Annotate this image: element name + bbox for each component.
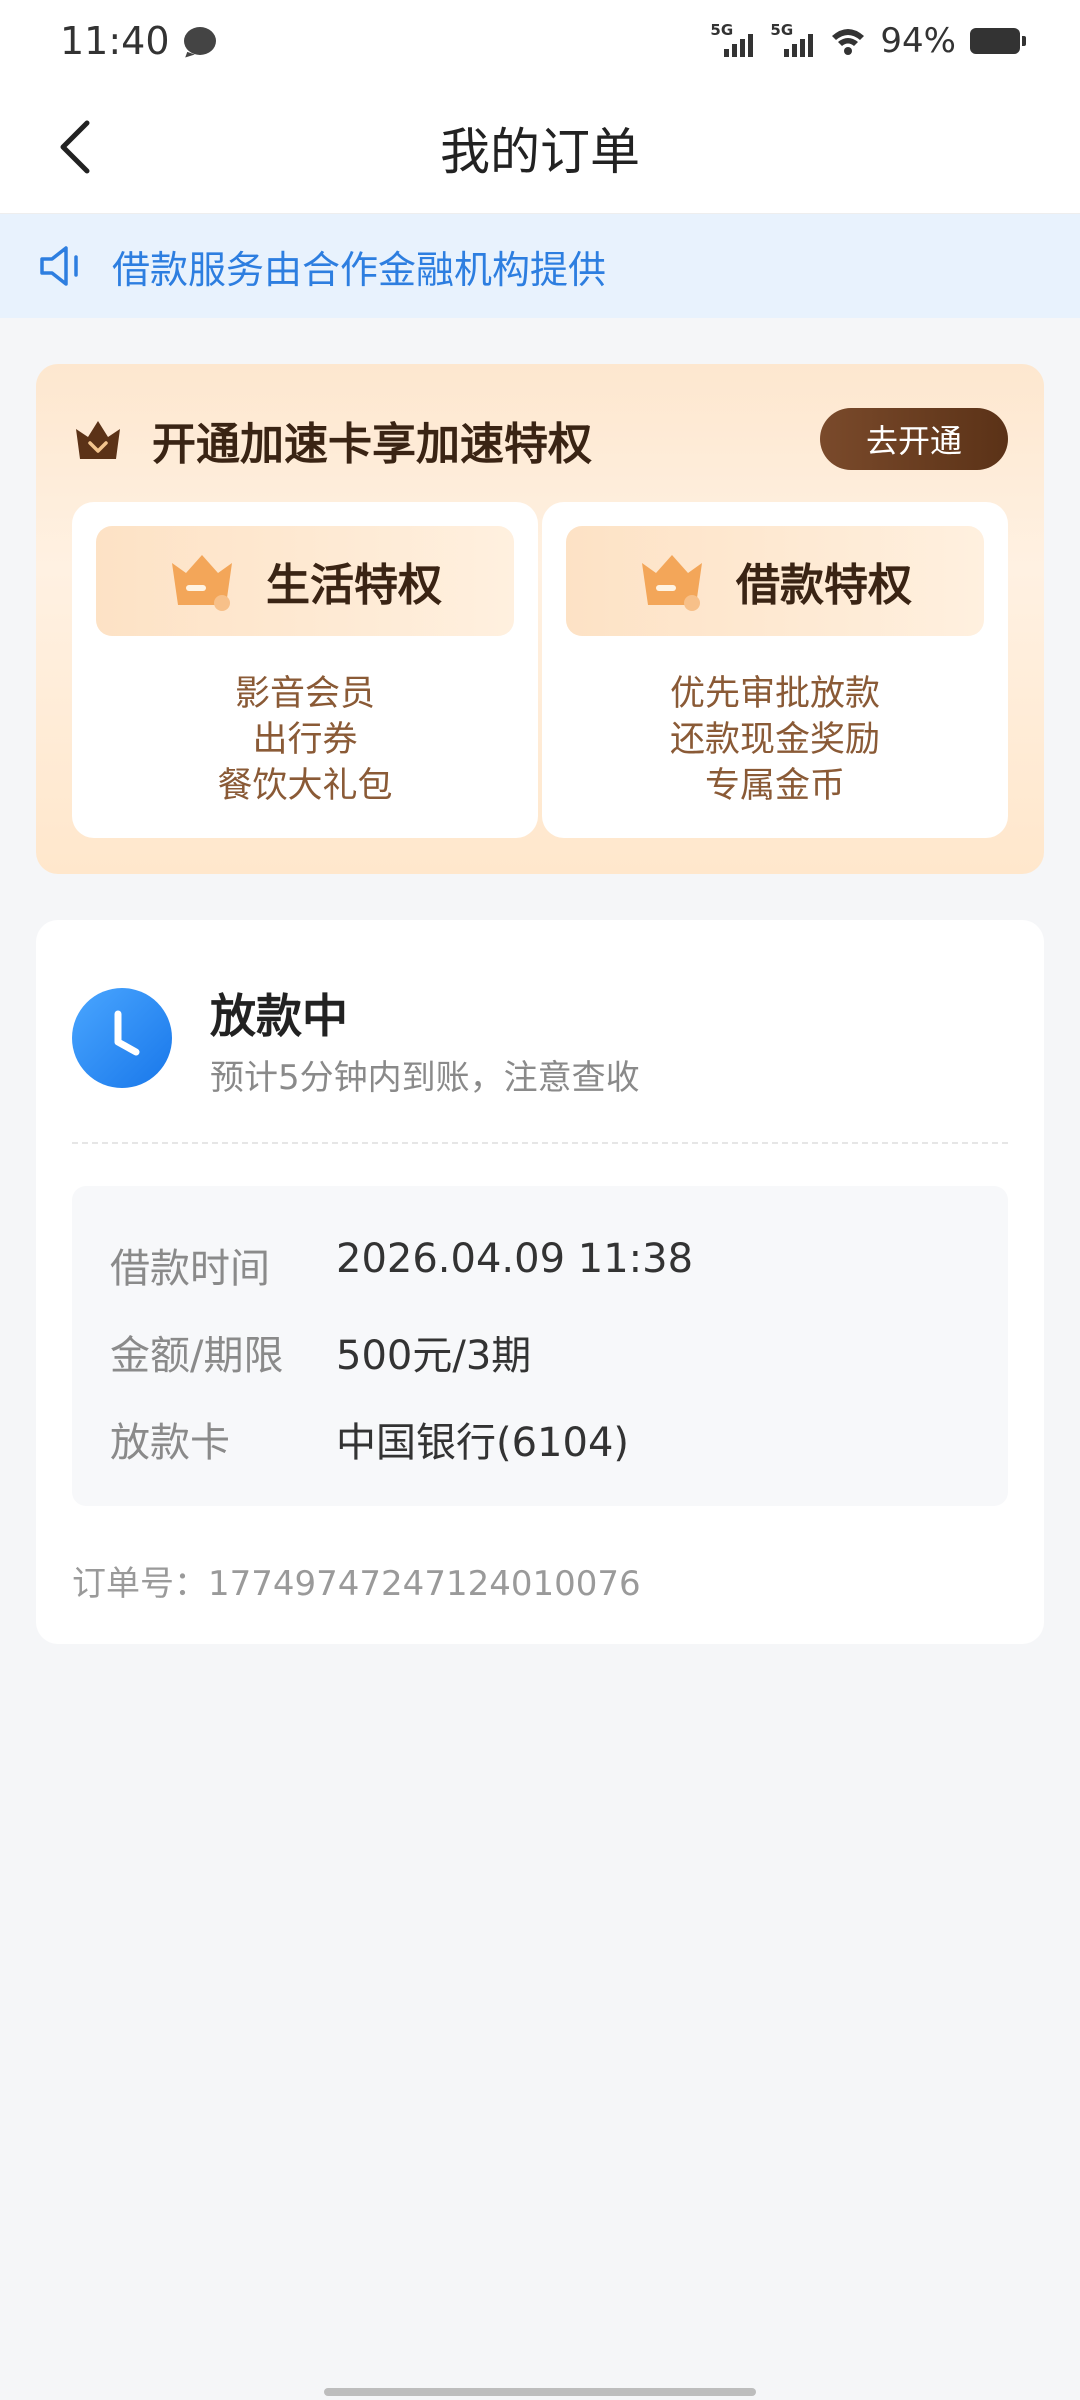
detail-label: 借款时间	[110, 1246, 270, 1292]
app-header: 我的订单	[0, 82, 1080, 214]
crown-icon	[172, 555, 232, 611]
notice-text: 借款服务由合作金融机构提供	[112, 247, 607, 292]
detail-row-amount-term: 金额/期限 500元/3期	[110, 1323, 531, 1381]
status-right: 5G 5G 94%	[710, 21, 1026, 61]
page-title: 我的订单	[440, 123, 640, 181]
status-time: 11:40	[60, 19, 170, 63]
activate-button[interactable]: 去开通	[820, 408, 1008, 470]
promo-header: 开通加速卡享加速特权	[72, 408, 592, 472]
privilege-title: 生活特权	[266, 560, 442, 611]
detail-label: 放款卡	[110, 1420, 230, 1466]
back-button[interactable]	[40, 112, 110, 182]
accelerator-card-promo: 开通加速卡享加速特权 去开通 生活特权 影音会员 出行券 餐饮大礼包 借款特权	[36, 364, 1044, 874]
promo-title: 开通加速卡享加速特权	[152, 419, 592, 470]
signal-icon: 5G	[770, 21, 816, 59]
privilege-item: 影音会员	[234, 674, 375, 714]
clock-icon	[72, 988, 172, 1088]
privilege-item: 还款现金奖励	[669, 720, 880, 760]
message-notification-icon	[183, 27, 216, 55]
battery-icon	[970, 28, 1026, 54]
status-bar: 11:40 5G 5G 94%	[0, 0, 1080, 82]
detail-value: 500元/3期	[336, 1333, 532, 1379]
privilege-header: 生活特权	[96, 526, 514, 636]
signal-icon: 5G	[710, 21, 756, 59]
privilege-item: 专属金币	[704, 766, 845, 806]
detail-label: 金额/期限	[110, 1333, 284, 1379]
chevron-left-icon	[60, 120, 90, 174]
privilege-item: 优先审批放款	[669, 674, 880, 714]
wifi-icon	[832, 29, 865, 55]
detail-row-card: 放款卡 中国银行(6104)	[110, 1410, 629, 1468]
home-indicator[interactable]	[324, 2388, 756, 2396]
privilege-title: 借款特权	[736, 560, 912, 611]
battery-percent: 94%	[880, 21, 956, 61]
crown-icon	[76, 421, 120, 459]
privilege-item: 出行券	[252, 720, 358, 760]
privilege-card-life[interactable]: 生活特权 影音会员 出行券 餐饮大礼包	[72, 502, 538, 838]
order-number: 订单号：17749747247124010076	[72, 1564, 641, 1604]
notice-bar: 借款服务由合作金融机构提供	[0, 214, 1080, 318]
privilege-list: 影音会员 出行券 餐饮大礼包	[72, 674, 538, 806]
privilege-item: 餐饮大礼包	[217, 766, 393, 806]
order-details: 借款时间 2026.04.09 11:38 金额/期限 500元/3期 放款卡 …	[72, 1186, 1008, 1506]
status-left: 11:40	[60, 19, 216, 63]
privilege-list: 优先审批放款 还款现金奖励 专属金币	[542, 674, 1008, 806]
dashed-divider	[72, 1142, 1008, 1144]
detail-value: 中国银行(6104)	[336, 1420, 630, 1466]
order-card[interactable]: 放款中 预计5分钟内到账，注意查收 借款时间 2026.04.09 11:38 …	[36, 920, 1044, 1644]
detail-value: 2026.04.09 11:38	[336, 1236, 694, 1282]
order-status-desc: 预计5分钟内到账，注意查收	[210, 1058, 640, 1098]
privilege-header: 借款特权	[566, 526, 984, 636]
crown-icon	[642, 555, 702, 611]
speaker-icon	[40, 246, 78, 286]
privilege-card-loan[interactable]: 借款特权 优先审批放款 还款现金奖励 专属金币	[542, 502, 1008, 838]
order-status: 放款中	[210, 989, 348, 1043]
detail-row-loan-time: 借款时间 2026.04.09 11:38	[110, 1236, 693, 1294]
